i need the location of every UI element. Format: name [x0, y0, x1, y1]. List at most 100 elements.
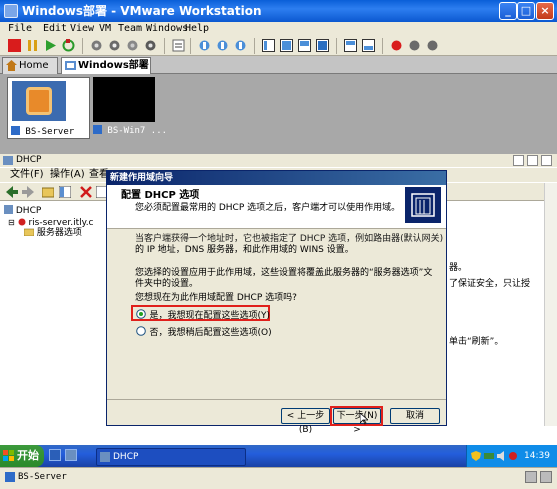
- dhcp-menu-action[interactable]: 操作(A): [50, 168, 85, 182]
- option-no-radio[interactable]: 否，我想稍后配置这些选项(O): [136, 325, 272, 338]
- network-icon[interactable]: [484, 451, 494, 461]
- tree-item-server-options[interactable]: 服务器选项: [23, 228, 82, 239]
- status-device-icon[interactable]: [525, 471, 537, 483]
- tree-item-dhcp[interactable]: DHCP: [4, 205, 41, 217]
- vmware-menubar: File Edit View VM Team Windows Help: [0, 22, 557, 36]
- radio-unselected-icon[interactable]: [136, 326, 146, 336]
- start-button[interactable]: 开始: [0, 445, 44, 467]
- dhcp-icon: [100, 452, 110, 462]
- snapshot-icon[interactable]: [90, 39, 103, 52]
- wizard-folder-icon: [405, 187, 441, 223]
- server-icon: [18, 218, 26, 226]
- delete-icon[interactable]: [80, 186, 92, 198]
- next-button[interactable]: 下一步(N) >: [333, 408, 381, 435]
- shield-icon[interactable]: [471, 451, 481, 461]
- view-console-icon[interactable]: [298, 39, 311, 52]
- full-screen-icon[interactable]: [316, 39, 329, 52]
- close-button[interactable]: ×: [536, 2, 554, 20]
- minimize-button[interactable]: _: [499, 2, 517, 20]
- menu-edit[interactable]: Edit: [43, 22, 67, 36]
- vm-icon: [93, 125, 102, 134]
- option-yes-radio[interactable]: 是，我想现在配置这些选项(Y): [136, 308, 270, 321]
- wizard-title-bar: 新建作用域向导: [107, 171, 446, 185]
- details-text-3: 单击“刷新”。: [449, 337, 504, 347]
- toolbar-separator: [164, 38, 165, 54]
- tab-home[interactable]: Home: [2, 57, 58, 74]
- volume-icon[interactable]: [497, 451, 507, 461]
- power-off-icon[interactable]: [8, 39, 21, 52]
- dhcp-close-button[interactable]: [541, 155, 552, 166]
- tree-expand-icon[interactable]: ⊟: [8, 218, 15, 227]
- status-device-icon[interactable]: [540, 471, 552, 483]
- wizard-step-title: 配置 DHCP 选项: [121, 190, 200, 201]
- toolbar-separator: [190, 38, 191, 54]
- reset-icon[interactable]: [62, 39, 75, 52]
- thumbnail-preview: [12, 81, 66, 121]
- connect-icon[interactable]: [234, 39, 247, 52]
- revert-snapshot-icon[interactable]: [108, 39, 121, 52]
- vmware-status-bar: BS-Server: [0, 467, 557, 489]
- dhcp-icon: [4, 205, 13, 214]
- new-scope-wizard: 新建作用域向导 配置 DHCP 选项 您必须配置最常用的 DHCP 选项之后，客…: [106, 170, 447, 435]
- library-icon[interactable]: [216, 39, 229, 52]
- stop-replay-icon[interactable]: [426, 39, 439, 52]
- dhcp-details-pane: 器。 了保证安全，只让授 单击“刷新”。: [446, 202, 554, 426]
- team-icon: [65, 61, 76, 70]
- dhcp-menu-file[interactable]: 文件(F): [10, 168, 44, 182]
- pause-icon[interactable]: [26, 39, 39, 52]
- dhcp-maximize-button[interactable]: [527, 155, 538, 166]
- radio-selected-icon[interactable]: [136, 309, 146, 319]
- dhcp-minimize-button[interactable]: [513, 155, 524, 166]
- view-thumbnail-icon[interactable]: [280, 39, 293, 52]
- vmware-toolbar: [0, 36, 557, 56]
- tab-close-icon[interactable]: ×: [138, 58, 146, 73]
- cancel-button[interactable]: 取消: [390, 408, 440, 424]
- details-text-1: 器。: [449, 263, 468, 273]
- menu-windows[interactable]: Windows: [146, 22, 188, 36]
- replay-icon[interactable]: [408, 39, 421, 52]
- toolbar-separator: [382, 38, 383, 54]
- tab-windows-deploy[interactable]: Windows部署 ×: [61, 57, 151, 74]
- back-button[interactable]: < 上一步(B): [281, 408, 330, 435]
- maximize-button[interactable]: □: [517, 2, 535, 20]
- snapshot-manager-icon[interactable]: [126, 39, 139, 52]
- window-title: Windows部署 - VMware Workstation: [22, 4, 262, 18]
- thumbnail-label: BS-Server: [11, 126, 89, 139]
- vertical-scrollbar[interactable]: [544, 183, 557, 426]
- toolbar-separator: [82, 38, 83, 54]
- wizard-header: 配置 DHCP 选项 您必须配置最常用的 DHCP 选项之后，客户端才可以使用作…: [107, 185, 446, 229]
- vmware-title-bar: Windows部署 - VMware Workstation _ □ ×: [0, 0, 557, 22]
- view-sidebar-icon[interactable]: [262, 39, 275, 52]
- back-arrow-icon[interactable]: [6, 186, 18, 198]
- up-folder-icon[interactable]: [42, 186, 54, 198]
- tray-app-icon[interactable]: [508, 451, 518, 461]
- vm-settings-icon[interactable]: [198, 39, 211, 52]
- quicklaunch-icon[interactable]: [49, 449, 61, 461]
- thumbnail-bs-win7[interactable]: BS-Win7 ...: [93, 77, 167, 139]
- wizard-para2-line2: 件夹中的设置。: [135, 279, 199, 289]
- thumbnail-bs-server[interactable]: BS-Server: [7, 77, 90, 139]
- wizard-para1-line2: 的 IP 地址，DNS 服务器，和此作用域的 WINS 设置。: [135, 245, 354, 255]
- windows-logo-icon: [3, 450, 14, 461]
- forward-arrow-icon[interactable]: [22, 186, 34, 198]
- quick-switch-icon[interactable]: [344, 39, 357, 52]
- thumbnail-label: BS-Win7 ...: [93, 125, 171, 138]
- menu-help[interactable]: Help: [185, 22, 209, 36]
- menu-file[interactable]: File: [8, 22, 32, 36]
- folder-icon: [23, 228, 35, 237]
- vm-icon: [11, 126, 20, 135]
- menu-view[interactable]: View: [70, 22, 94, 36]
- settings-icon[interactable]: [172, 39, 185, 52]
- play-icon[interactable]: [44, 39, 57, 52]
- home-icon: [6, 60, 17, 71]
- menu-vm[interactable]: VM: [99, 22, 111, 36]
- record-icon[interactable]: [390, 39, 403, 52]
- system-tray: 14:39: [466, 445, 557, 467]
- show-tree-icon[interactable]: [59, 186, 71, 198]
- menu-team[interactable]: Team: [118, 22, 142, 36]
- taskbar-item-dhcp[interactable]: DHCP: [96, 448, 246, 466]
- unity-icon[interactable]: [362, 39, 375, 52]
- clone-icon[interactable]: [144, 39, 157, 52]
- vm-thumbnail-strip: BS-Server BS-Win7 ...: [0, 74, 557, 154]
- quicklaunch-icon[interactable]: [65, 449, 77, 461]
